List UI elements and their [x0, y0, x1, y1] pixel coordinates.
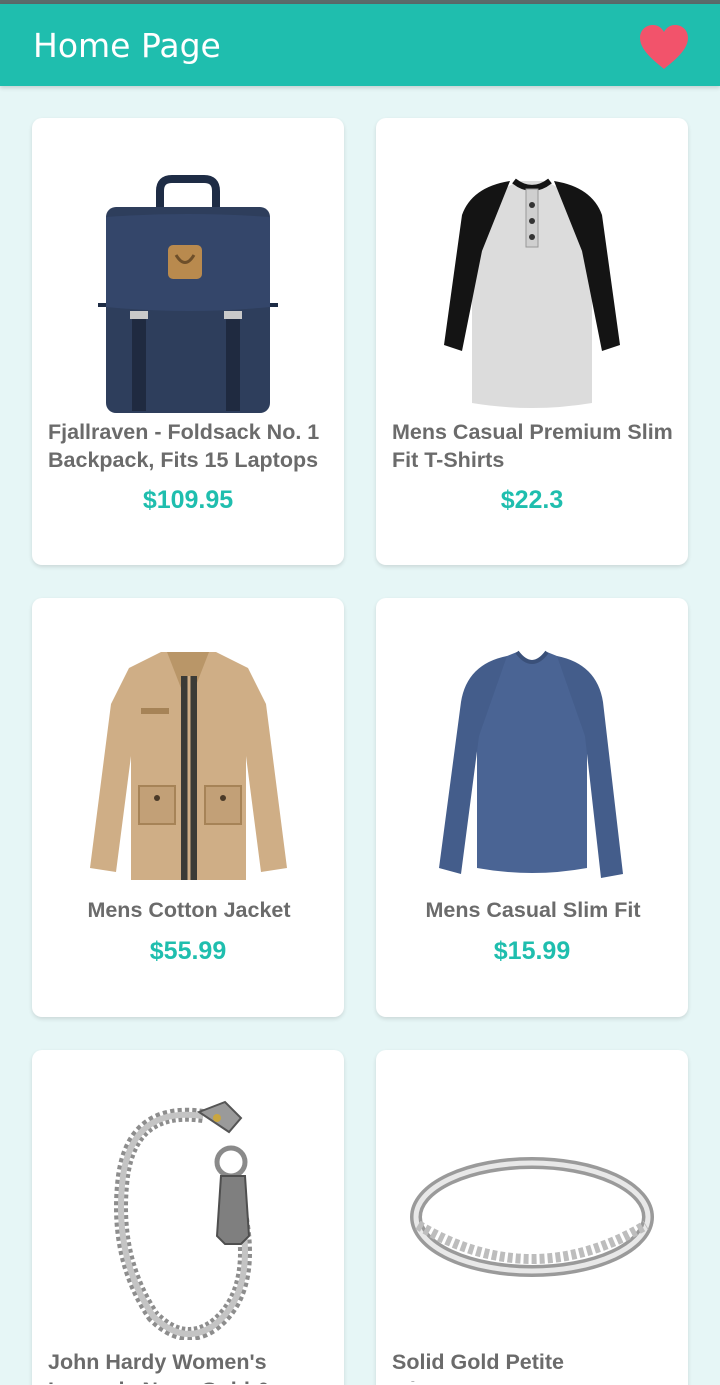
heart-icon	[640, 25, 688, 69]
product-price: $55.99	[149, 937, 227, 965]
product-price: $15.99	[493, 937, 571, 965]
jacket-image	[89, 652, 287, 880]
product-image	[376, 644, 688, 888]
product-card[interactable]: Mens Casual Premium Slim Fit T-Shirts $2…	[376, 118, 688, 565]
product-image	[376, 1096, 688, 1340]
product-card[interactable]: Mens Casual Slim Fit $15.99	[376, 598, 688, 1017]
product-name: Solid Gold Petite Micropave	[392, 1350, 565, 1382]
product-price: $22.3	[500, 486, 564, 514]
long-sleeve-shirt-image	[439, 650, 623, 878]
product-card[interactable]: Fjallraven - Foldsack No. 1 Backpack, Fi…	[32, 118, 344, 565]
product-name: Fjallraven - Foldsack No. 1 Backpack, Fi…	[48, 420, 320, 472]
product-image	[376, 164, 688, 426]
product-image	[32, 164, 344, 426]
product-card[interactable]: Solid Gold Petite Micropave	[376, 1050, 688, 1385]
page-title: Home Page	[33, 26, 221, 65]
favorites-button[interactable]	[636, 22, 692, 72]
product-card[interactable]: John Hardy Women's Legends Naga Gold & S…	[32, 1050, 344, 1385]
app-bar: Home Page	[0, 4, 720, 86]
tshirt-image	[444, 178, 620, 408]
product-card[interactable]: Mens Cotton Jacket $55.99	[32, 598, 344, 1017]
product-price: $109.95	[142, 486, 234, 514]
backpack-image	[98, 175, 278, 413]
ring-image	[410, 1157, 654, 1277]
product-name: Mens Casual Premium Slim Fit T-Shirts	[392, 420, 673, 472]
product-image	[32, 644, 344, 888]
product-name: John Hardy Women's Legends Naga Gold & S…	[48, 1350, 271, 1384]
product-image	[32, 1096, 344, 1340]
product-name: Mens Cotton Jacket	[87, 898, 291, 922]
product-name: Mens Casual Slim Fit	[425, 898, 641, 922]
bracelet-image	[114, 1100, 252, 1340]
